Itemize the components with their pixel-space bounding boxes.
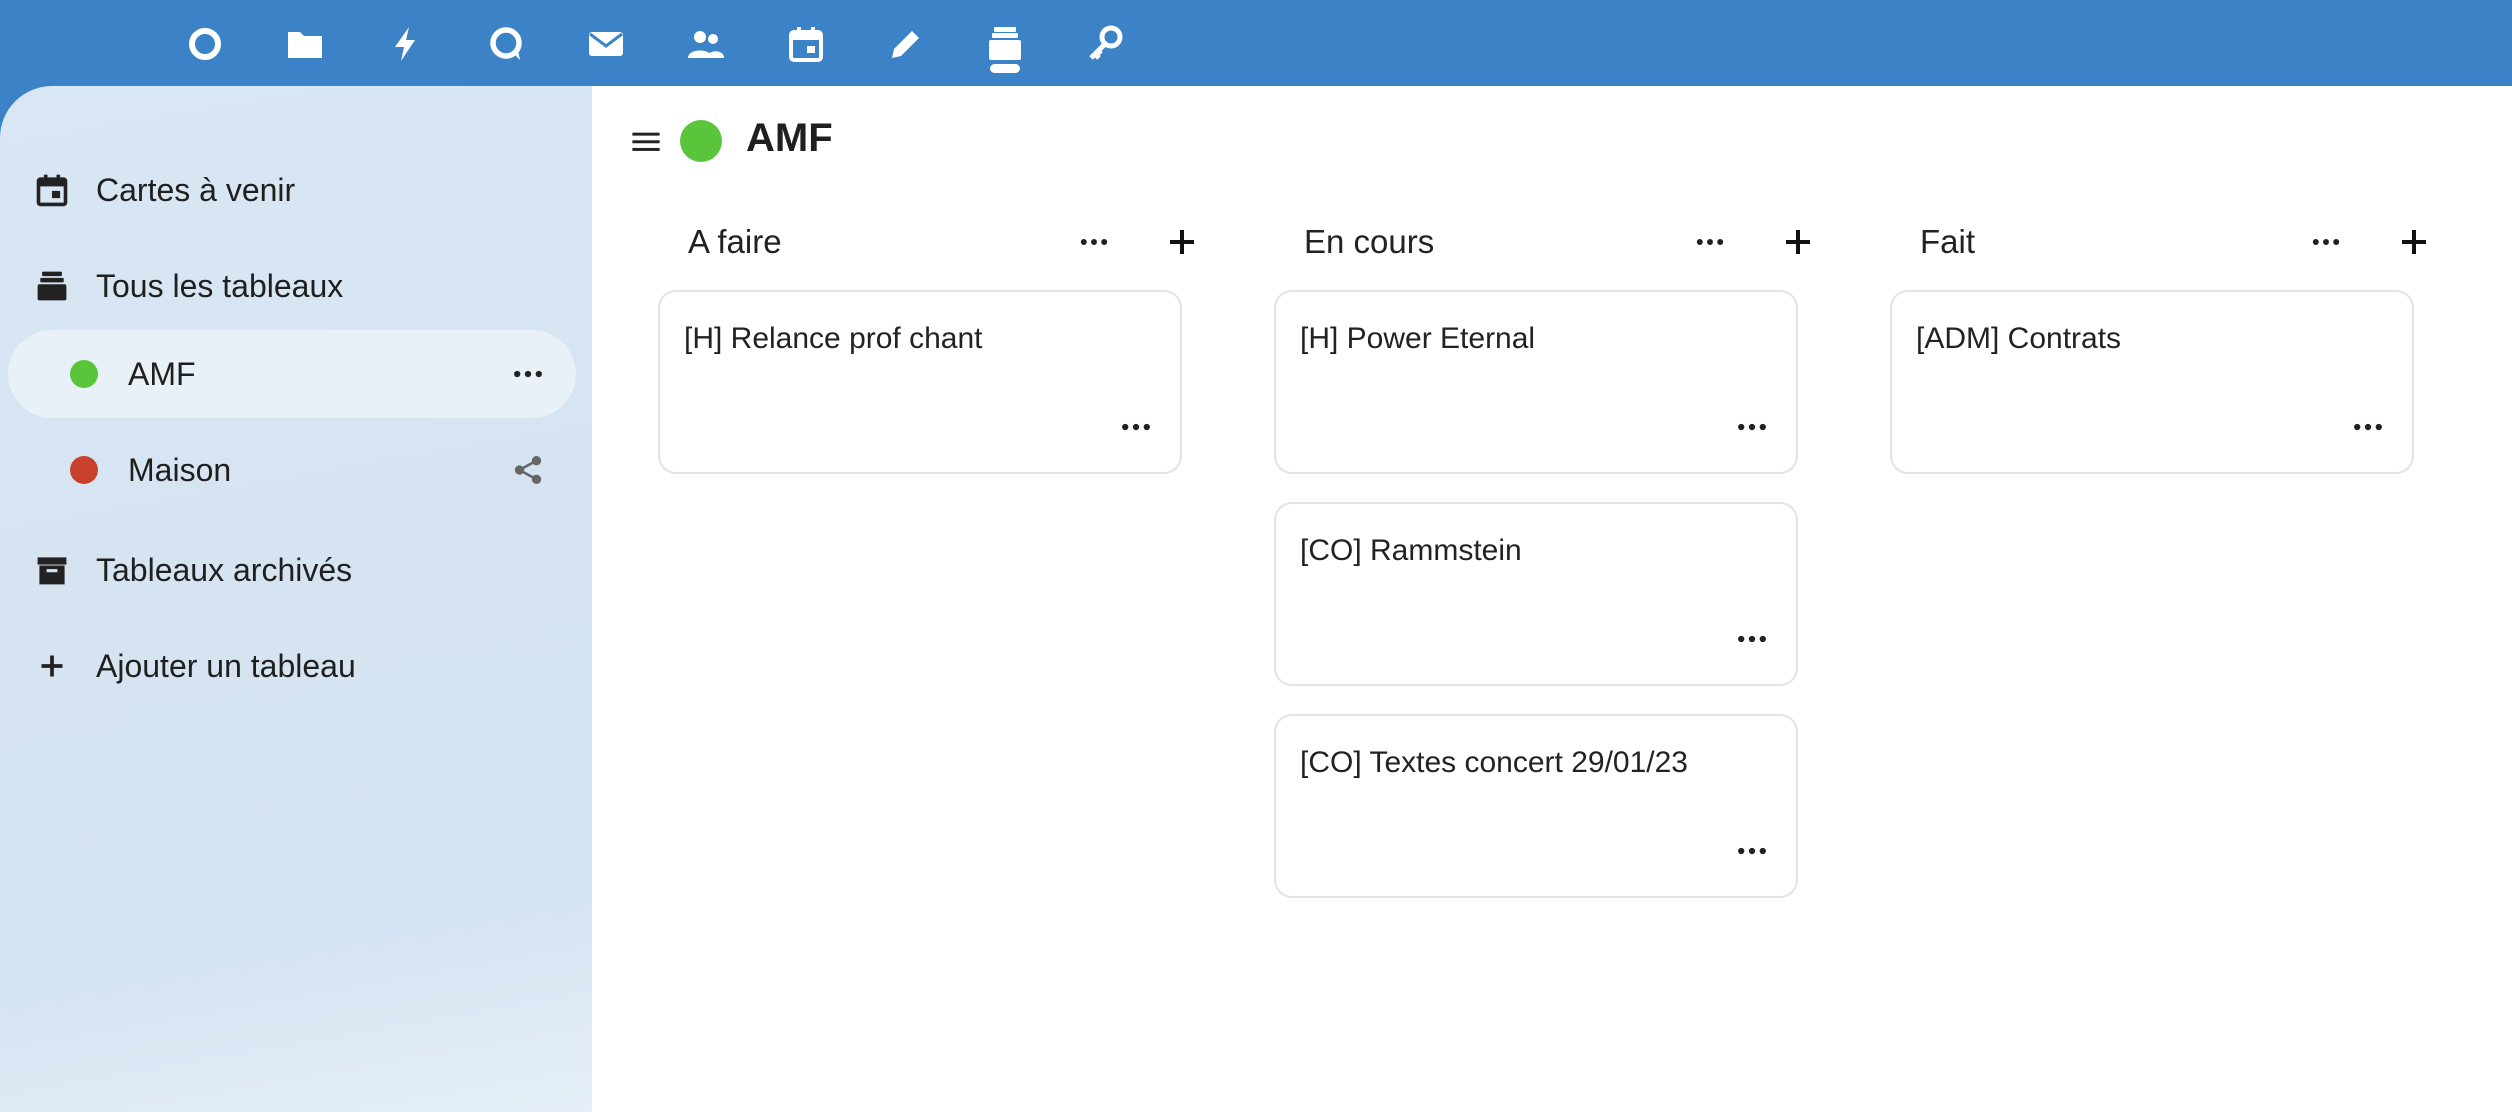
- sidebar: Cartes à venir Tous les tableaux AMF Maison…: [0, 86, 592, 1112]
- stack-title[interactable]: Fait: [1920, 206, 1975, 278]
- card[interactable]: [ADM] Contrats: [1890, 290, 2414, 474]
- mail-icon[interactable]: [574, 12, 638, 76]
- stack-more-options-icon[interactable]: [1686, 218, 1734, 266]
- board-color-dot: [680, 120, 722, 162]
- card-more-options-icon[interactable]: [1114, 412, 1158, 442]
- add-card-icon[interactable]: [2390, 218, 2438, 266]
- more-options-icon[interactable]: [504, 350, 552, 398]
- card-title: [CO] Textes concert 29/01/23: [1300, 746, 1688, 779]
- stack-more-options-icon[interactable]: [1070, 218, 1118, 266]
- card-title: [CO] Rammstein: [1300, 534, 1522, 567]
- card-more-options-icon[interactable]: [1730, 624, 1774, 654]
- board-title: AMF: [746, 116, 833, 160]
- card-title: [H] Relance prof chant: [684, 322, 983, 355]
- board-color-dot: [70, 456, 98, 484]
- card[interactable]: [H] Relance prof chant: [658, 290, 1182, 474]
- sidebar-board-item[interactable]: Maison: [8, 426, 576, 514]
- add-card-icon[interactable]: [1774, 218, 1822, 266]
- card[interactable]: [CO] Textes concert 29/01/23: [1274, 714, 1798, 898]
- stack-title[interactable]: En cours: [1304, 206, 1434, 278]
- menu-icon[interactable]: [626, 122, 666, 162]
- add-card-icon[interactable]: [1158, 218, 1206, 266]
- archive-icon: [32, 550, 72, 590]
- sidebar-item-upcoming-cards-label: Cartes à venir: [96, 171, 296, 208]
- board-view: AMF A faire [H] Relance prof chant En cour…: [592, 86, 2512, 1112]
- talk-icon[interactable]: [474, 12, 538, 76]
- sidebar-item-all-boards-label: Tous les tableaux: [96, 267, 344, 304]
- activity-icon[interactable]: [373, 12, 437, 76]
- calendar-icon[interactable]: [774, 12, 838, 76]
- deck-icon: [32, 266, 72, 306]
- board-label: AMF: [128, 355, 196, 392]
- card[interactable]: [H] Power Eternal: [1274, 290, 1798, 474]
- sidebar-item-archived-boards-label: Tableaux archivés: [96, 551, 353, 588]
- files-icon[interactable]: [273, 12, 337, 76]
- sidebar-board-item[interactable]: AMF: [8, 330, 576, 418]
- sidebar-item-all-boards[interactable]: Tous les tableaux: [0, 242, 592, 330]
- stack-title[interactable]: A faire: [688, 206, 782, 278]
- card-more-options-icon[interactable]: [1730, 412, 1774, 442]
- dashboard-icon[interactable]: [173, 12, 237, 76]
- sidebar-item-add-board-label: Ajouter un tableau: [96, 647, 356, 684]
- contacts-icon[interactable]: [674, 12, 738, 76]
- calendar-icon: [32, 170, 72, 210]
- stack-more-options-icon[interactable]: [2302, 218, 2350, 266]
- plus-icon: [32, 646, 72, 686]
- sidebar-item-archived-boards[interactable]: Tableaux archivés: [0, 526, 592, 614]
- top-app-bar: [0, 0, 2512, 86]
- card[interactable]: [CO] Rammstein: [1274, 502, 1798, 686]
- sidebar-item-upcoming-cards[interactable]: Cartes à venir: [0, 146, 592, 234]
- card-more-options-icon[interactable]: [2346, 412, 2390, 442]
- card-title: [H] Power Eternal: [1300, 322, 1536, 355]
- active-app-indicator: [990, 64, 1020, 73]
- board-label: Maison: [128, 451, 232, 488]
- notes-icon[interactable]: [874, 12, 938, 76]
- passwords-icon[interactable]: [1073, 12, 1137, 76]
- share-icon[interactable]: [504, 446, 552, 494]
- board-color-dot: [70, 360, 98, 388]
- sidebar-item-add-board[interactable]: Ajouter un tableau: [0, 622, 592, 710]
- card-more-options-icon[interactable]: [1730, 836, 1774, 866]
- card-title: [ADM] Contrats: [1916, 322, 2122, 355]
